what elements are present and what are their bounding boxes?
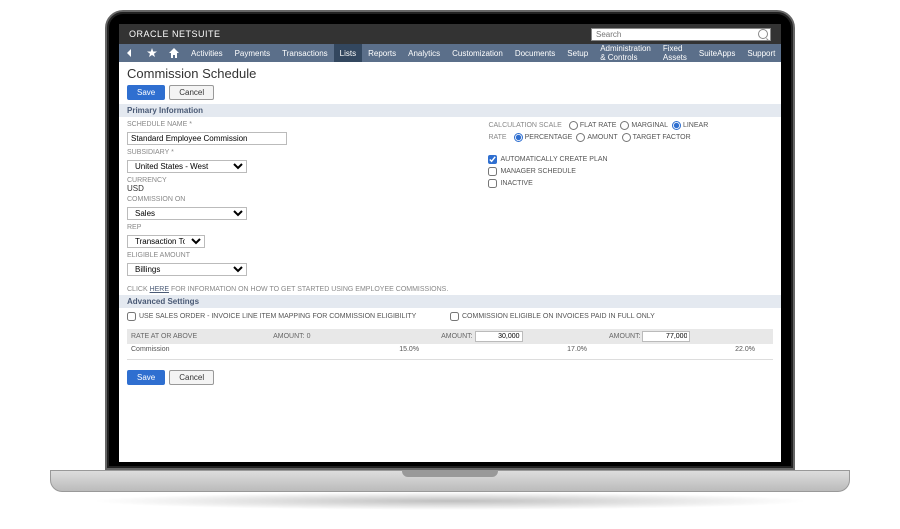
- global-search-input[interactable]: [591, 28, 771, 41]
- subsidiary-label: SUBSIDIARY: [127, 149, 468, 156]
- calc-scale-marginal[interactable]: [620, 121, 629, 130]
- paid-in-full-checkbox[interactable]: [450, 312, 459, 321]
- tier-rate-1: 15.0%: [269, 344, 437, 355]
- auto-plan-checkbox[interactable]: [488, 155, 497, 164]
- menu-item-activities[interactable]: Activities: [185, 44, 229, 62]
- tier-row-label: Commission: [127, 344, 269, 355]
- tier-amount-3-input[interactable]: [642, 331, 690, 342]
- menu-item-fixed-assets[interactable]: Fixed Assets: [657, 44, 693, 62]
- menu-item-lists[interactable]: Lists: [334, 44, 362, 62]
- menu-item-admin[interactable]: Administration & Controls: [594, 44, 657, 62]
- menu-item-payments[interactable]: Payments: [229, 44, 277, 62]
- tier-rate-3: 22.0%: [605, 344, 773, 355]
- menu-item-support[interactable]: Support: [741, 44, 781, 62]
- page-title: Commission Schedule: [119, 62, 781, 83]
- rate-target-factor[interactable]: [622, 133, 631, 142]
- main-menu: Activities Payments Transactions Lists R…: [119, 44, 781, 62]
- paid-in-full-label: COMMISSION ELIGIBLE ON INVOICES PAID IN …: [462, 313, 655, 320]
- menu-item-analytics[interactable]: Analytics: [402, 44, 446, 62]
- calc-scale-label: CALCULATION SCALE: [488, 122, 561, 129]
- currency-label: CURRENCY: [127, 177, 468, 184]
- search-icon[interactable]: [758, 29, 768, 39]
- schedule-name-input[interactable]: [127, 132, 287, 145]
- commission-on-label: COMMISSION ON: [127, 196, 468, 203]
- subsidiary-select[interactable]: United States - West: [127, 160, 247, 173]
- mgr-schedule-label: MANAGER SCHEDULE: [500, 168, 575, 175]
- use-sales-order-checkbox[interactable]: [127, 312, 136, 321]
- mgr-schedule-checkbox[interactable]: [488, 167, 497, 176]
- auto-plan-label: AUTOMATICALLY CREATE PLAN: [500, 156, 607, 163]
- menu-item-transactions[interactable]: Transactions: [276, 44, 334, 62]
- rep-select[interactable]: Transaction Total: [127, 235, 205, 248]
- menu-star-icon[interactable]: [141, 44, 163, 62]
- eligible-label: ELIGIBLE AMOUNT: [127, 252, 468, 259]
- menu-home-icon[interactable]: [163, 44, 185, 62]
- menu-item-customization[interactable]: Customization: [446, 44, 509, 62]
- commission-on-select[interactable]: Sales: [127, 207, 247, 220]
- rate-label: RATE: [488, 134, 506, 141]
- rate-percentage[interactable]: [514, 133, 523, 142]
- menu-item-reports[interactable]: Reports: [362, 44, 402, 62]
- calc-scale-linear[interactable]: [672, 121, 681, 130]
- save-button[interactable]: Save: [127, 85, 165, 100]
- menu-item-setup[interactable]: Setup: [561, 44, 594, 62]
- section-primary-header: Primary Information: [119, 104, 781, 117]
- section-advanced-header: Advanced Settings: [119, 295, 781, 308]
- tier-row-header: RATE AT OR ABOVE: [127, 329, 269, 344]
- help-text: CLICK HERE FOR INFORMATION ON HOW TO GET…: [119, 284, 781, 295]
- menu-item-suiteapps[interactable]: SuiteApps: [693, 44, 741, 62]
- save-button-bottom[interactable]: Save: [127, 370, 165, 385]
- eligible-select[interactable]: Billings: [127, 263, 247, 276]
- rate-amount[interactable]: [576, 133, 585, 142]
- brand-logo: ORACLE NETSUITE: [129, 29, 221, 39]
- inactive-label: INACTIVE: [500, 180, 532, 187]
- inactive-checkbox[interactable]: [488, 179, 497, 188]
- calc-scale-flat[interactable]: [569, 121, 578, 130]
- rep-label: REP: [127, 224, 468, 231]
- currency-value: USD: [127, 184, 468, 193]
- tier-amount-2-input[interactable]: [475, 331, 523, 342]
- help-link[interactable]: HERE: [150, 286, 169, 293]
- tiers-table: RATE AT OR ABOVE AMOUNT: 0 AMOUNT: AMOUN…: [127, 329, 773, 355]
- cancel-button-bottom[interactable]: Cancel: [169, 370, 214, 385]
- use-sales-order-label: USE SALES ORDER - INVOICE LINE ITEM MAPP…: [139, 313, 416, 320]
- menu-back-icon[interactable]: [119, 44, 141, 62]
- schedule-name-label: SCHEDULE NAME: [127, 121, 468, 128]
- cancel-button[interactable]: Cancel: [169, 85, 214, 100]
- tier-rate-2: 17.0%: [437, 344, 605, 355]
- menu-item-documents[interactable]: Documents: [509, 44, 561, 62]
